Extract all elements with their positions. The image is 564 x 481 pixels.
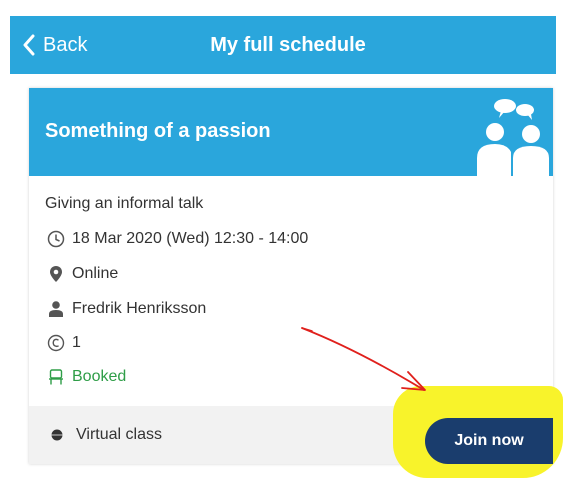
credits-text: 1 — [72, 334, 81, 351]
globe-icon — [51, 429, 63, 441]
card-title: Something of a passion — [45, 120, 271, 142]
detail-status: Booked — [47, 368, 126, 386]
detail-time: 18 Mar 2020 (Wed) 12:30 - 14:00 — [47, 230, 308, 248]
map-pin-icon — [50, 266, 62, 282]
card-header: Something of a passion — [29, 88, 553, 176]
seat-icon — [49, 369, 63, 385]
detail-teacher: Fredrik Henriksson — [47, 300, 206, 318]
class-type-text: Virtual class — [76, 426, 162, 443]
session-type: Giving an informal talk — [45, 195, 204, 212]
red-arrow-annotation — [301, 327, 426, 391]
person-icon — [49, 301, 63, 317]
detail-credits: 1 — [47, 334, 81, 352]
join-now-button[interactable]: Join now — [425, 418, 553, 464]
detail-location: Online — [47, 265, 118, 283]
page-title: My full schedule — [210, 34, 366, 56]
status-text: Booked — [72, 368, 127, 385]
credit-coin-icon — [47, 334, 65, 352]
teacher-text: Fredrik Henriksson — [72, 300, 207, 317]
clock-icon — [47, 230, 65, 248]
time-text: 18 Mar 2020 (Wed) 12:30 - 14:00 — [72, 230, 309, 247]
top-bar: Back My full schedule — [10, 16, 556, 74]
people-chat-icon — [477, 99, 549, 176]
virtual-class-label: Virtual class — [51, 406, 162, 464]
location-text: Online — [72, 265, 119, 282]
